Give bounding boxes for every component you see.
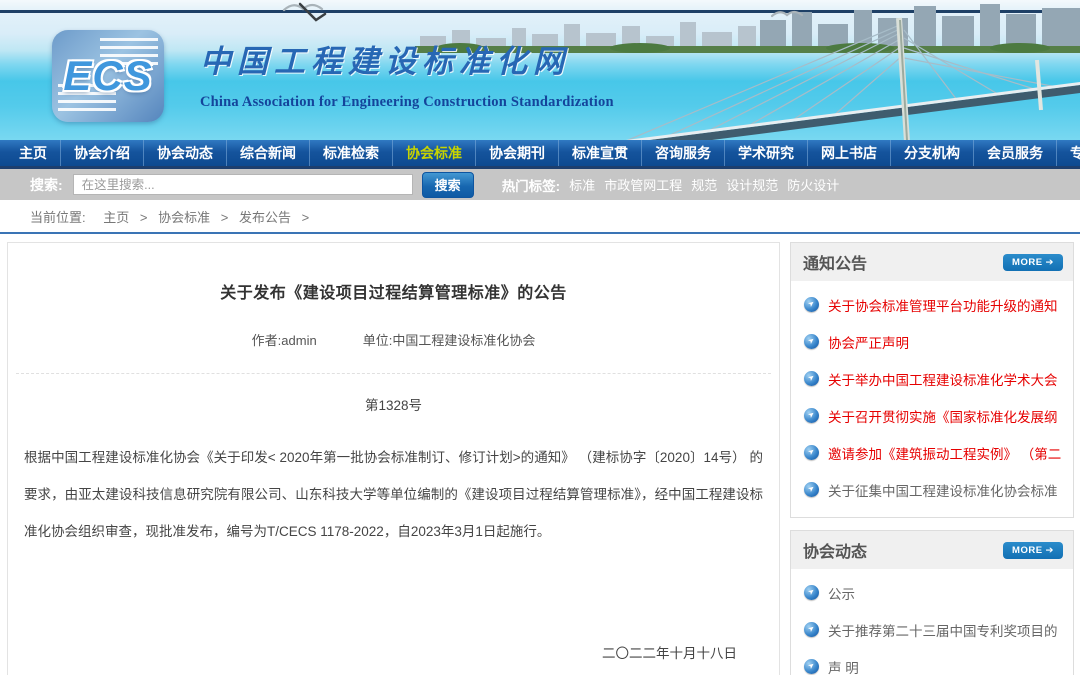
breadcrumb-announcements[interactable]: 发布公告: [239, 210, 291, 225]
article-panel: 关于发布《建设项目过程结算管理标准》的公告 作者:admin 单位:中国工程建设…: [7, 242, 780, 675]
nav-item-general-news[interactable]: 综合新闻: [227, 140, 310, 166]
list-item-label: 声 明: [828, 657, 859, 675]
hot-tags: 热门标签: 标准 市政管网工程 规范 设计规范 防火设计: [502, 175, 840, 195]
notice-announcements-header: 通知公告 MORE➔: [791, 243, 1073, 281]
globe-arrow-icon: [804, 622, 819, 637]
notice-more-button[interactable]: MORE➔: [1003, 254, 1063, 271]
meta-divider: [16, 373, 771, 374]
list-item[interactable]: 协会严正声明: [791, 323, 1073, 360]
hot-tag-standard[interactable]: 标准: [569, 175, 595, 194]
nav-item-member-services[interactable]: 会员服务: [974, 140, 1057, 166]
site-subtitle: China Association for Engineering Constr…: [200, 94, 614, 111]
list-item[interactable]: 公示: [791, 574, 1073, 611]
breadcrumb-home[interactable]: 主页: [103, 210, 129, 225]
hot-tag-fire-design[interactable]: 防火设计: [787, 175, 839, 194]
list-item[interactable]: 关于征集中国工程建设标准化协会标准: [791, 471, 1073, 508]
site-title-block: 中国工程建设标准化网 China Association for Enginee…: [200, 36, 614, 111]
nav-item-association-intro[interactable]: 协会介绍: [61, 140, 144, 166]
association-news-header: 协会动态 MORE➔: [791, 531, 1073, 569]
list-item[interactable]: 关于协会标准管理平台功能升级的通知: [791, 286, 1073, 323]
site-title: 中国工程建设标准化网: [200, 36, 614, 81]
content-area: 关于发布《建设项目过程结算管理标准》的公告 作者:admin 单位:中国工程建设…: [0, 234, 1080, 675]
nav-item-branches[interactable]: 分支机构: [891, 140, 974, 166]
nav-item-home[interactable]: 主页: [6, 140, 61, 166]
globe-arrow-icon: [804, 371, 819, 386]
breadcrumb-association-standards[interactable]: 协会标准: [158, 210, 210, 225]
cecs-logo-text: ECS: [63, 52, 152, 100]
search-label: 搜索:: [30, 175, 63, 195]
nav-item-expert-database[interactable]: 专家库: [1057, 140, 1080, 166]
list-item[interactable]: 声 明: [791, 648, 1073, 675]
globe-arrow-icon: [804, 659, 819, 674]
nav-item-consulting[interactable]: 咨询服务: [642, 140, 725, 166]
hot-tag-code[interactable]: 规范: [691, 175, 717, 194]
hot-tag-design-code[interactable]: 设计规范: [726, 175, 778, 194]
list-item-label: 关于召开贯彻实施《国家标准化发展纲: [828, 406, 1058, 426]
document-number: 第1328号: [8, 394, 779, 414]
news-more-button[interactable]: MORE➔: [1003, 542, 1063, 559]
main-nav: 主页 协会介绍 协会动态 综合新闻 标准检索 协会标准 协会期刊 标准宣贯 咨询…: [0, 140, 1080, 169]
nav-item-academic-research[interactable]: 学术研究: [725, 140, 808, 166]
more-label: MORE: [1012, 545, 1043, 556]
article-unit: 单位:中国工程建设标准化协会: [363, 330, 536, 349]
breadcrumb-separator: >: [140, 210, 148, 225]
article-author: 作者:admin: [252, 330, 317, 349]
nav-item-standard-search[interactable]: 标准检索: [310, 140, 393, 166]
site-banner: ECS 中国工程建设标准化网 China Association for Eng…: [0, 0, 1080, 140]
nav-item-journal[interactable]: 协会期刊: [476, 140, 559, 166]
hot-tags-label: 热门标签:: [502, 175, 561, 195]
arrow-right-icon: ➔: [1046, 545, 1054, 556]
association-news-list: 公示 关于推荐第二十三届中国专利奖项目的 声 明 关于推荐第二十二届中国专利奖项…: [791, 569, 1073, 675]
globe-arrow-icon: [804, 445, 819, 460]
breadcrumb-separator: >: [221, 210, 229, 225]
globe-arrow-icon: [804, 482, 819, 497]
nav-item-bookstore[interactable]: 网上书店: [808, 140, 891, 166]
more-label: MORE: [1012, 257, 1043, 268]
article-body: 根据中国工程建设标准化协会《关于印发< 2020年第一批协会标准制订、修订计划>…: [24, 439, 763, 550]
list-item[interactable]: 关于推荐第二十三届中国专利奖项目的: [791, 611, 1073, 648]
search-input[interactable]: [73, 174, 413, 195]
search-button[interactable]: 搜索: [422, 172, 474, 198]
association-news-box: 协会动态 MORE➔ 公示 关于推荐第二十三届中国专利奖项目的 声 明 关于推荐…: [790, 530, 1074, 675]
list-item-label: 邀请参加《建筑振动工程实例》 （第二: [828, 443, 1061, 463]
list-item-label: 关于征集中国工程建设标准化协会标准: [828, 480, 1058, 500]
globe-arrow-icon: [804, 334, 819, 349]
list-item-label: 公示: [828, 583, 855, 603]
nav-item-association-standards[interactable]: 协会标准: [393, 140, 476, 166]
article-title: 关于发布《建设项目过程结算管理标准》的公告: [48, 279, 739, 303]
globe-arrow-icon: [804, 585, 819, 600]
notice-announcements-list: 关于协会标准管理平台功能升级的通知 协会严正声明 关于举办中国工程建设标准化学术…: [791, 281, 1073, 517]
sidebar: 通知公告 MORE➔ 关于协会标准管理平台功能升级的通知 协会严正声明 关于举办…: [790, 242, 1074, 675]
list-item[interactable]: 关于召开贯彻实施《国家标准化发展纲: [791, 397, 1073, 434]
globe-arrow-icon: [804, 408, 819, 423]
publish-date: 二〇二二年十月十八日: [8, 642, 737, 662]
search-bar: 搜索: 搜索 热门标签: 标准 市政管网工程 规范 设计规范 防火设计: [0, 169, 1080, 200]
nav-item-standard-promotion[interactable]: 标准宣贯: [559, 140, 642, 166]
breadcrumb: 当前位置: 主页 > 协会标准 > 发布公告 >: [0, 204, 1080, 234]
list-item-label: 关于举办中国工程建设标准化学术大会: [828, 369, 1058, 389]
association-news-title: 协会动态: [803, 538, 867, 562]
notice-announcements-box: 通知公告 MORE➔ 关于协会标准管理平台功能升级的通知 协会严正声明 关于举办…: [790, 242, 1074, 518]
globe-arrow-icon: [804, 297, 819, 312]
breadcrumb-label: 当前位置:: [30, 210, 86, 225]
arrow-right-icon: ➔: [1046, 257, 1054, 268]
list-item-label: 关于协会标准管理平台功能升级的通知: [828, 295, 1058, 315]
article-meta: 作者:admin 单位:中国工程建设标准化协会: [8, 330, 779, 349]
notice-announcements-title: 通知公告: [803, 250, 867, 274]
list-item-label: 协会严正声明: [828, 332, 909, 352]
list-item[interactable]: 关于举办中国工程建设标准化学术大会: [791, 360, 1073, 397]
list-item[interactable]: 邀请参加《建筑振动工程实例》 （第二: [791, 434, 1073, 471]
breadcrumb-separator: >: [302, 210, 310, 225]
hot-tag-municipal-pipeline[interactable]: 市政管网工程: [604, 175, 682, 194]
cecs-logo[interactable]: ECS: [52, 30, 164, 122]
list-item-label: 关于推荐第二十三届中国专利奖项目的: [828, 620, 1058, 640]
nav-item-association-news[interactable]: 协会动态: [144, 140, 227, 166]
